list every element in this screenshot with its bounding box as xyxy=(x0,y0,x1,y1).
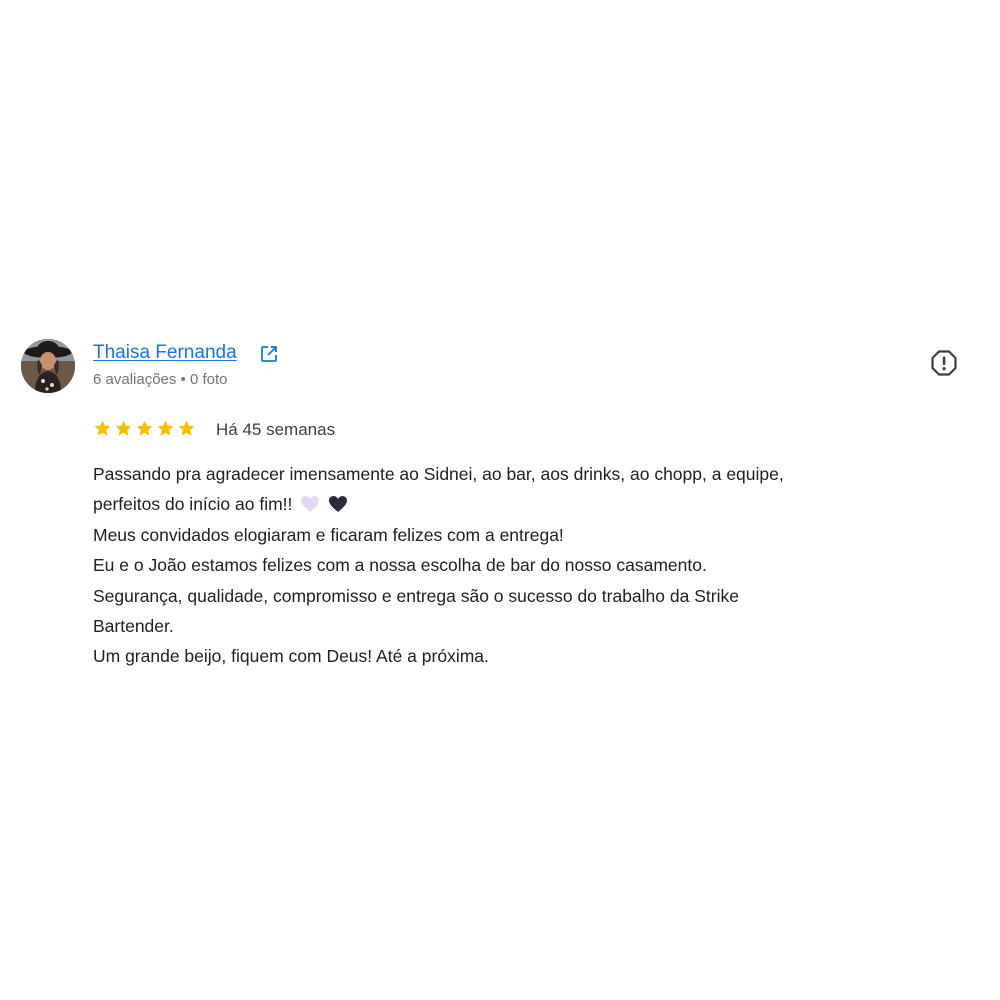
light-purple-heart-icon xyxy=(301,496,320,513)
review-line: Um grande beijo, fiquem com Deus! Até a … xyxy=(93,646,489,667)
star-icon xyxy=(136,420,153,436)
review-line-with-emoji: perfeitos do início ao fim!! xyxy=(93,489,953,519)
review-text: Passando pra agradecer imensamente ao Si… xyxy=(93,459,953,672)
avatar-photo xyxy=(21,339,75,393)
review-line: perfeitos do início ao fim!! xyxy=(93,494,293,515)
star-icon xyxy=(178,420,195,436)
review-line: Eu e o João estamos felizes com a nossa … xyxy=(93,555,707,576)
star-rating xyxy=(93,419,196,439)
open-in-new-icon[interactable] xyxy=(259,344,279,364)
review-line: Segurança, qualidade, compromisso e entr… xyxy=(93,585,739,606)
reviewer-avatar[interactable] xyxy=(21,339,75,393)
report-icon[interactable] xyxy=(930,349,958,377)
reviewer-stats: 6 avaliações • 0 foto xyxy=(93,371,228,388)
review-line: Bartender. xyxy=(93,616,174,637)
reviewer-name-link[interactable]: Thaisa Fernanda xyxy=(93,341,237,365)
review-date: Há 45 semanas xyxy=(216,420,336,439)
black-heart-icon xyxy=(329,496,348,513)
star-icon xyxy=(157,420,174,436)
star-icon xyxy=(94,420,111,436)
star-icon xyxy=(115,420,132,436)
review-line: Meus convidados elogiaram e ficaram feli… xyxy=(93,524,564,545)
review-card: Thaisa Fernanda 6 avaliações • 0 foto Há… xyxy=(0,0,1000,1000)
review-line: Passando pra agradecer imensamente ao Si… xyxy=(93,464,784,484)
